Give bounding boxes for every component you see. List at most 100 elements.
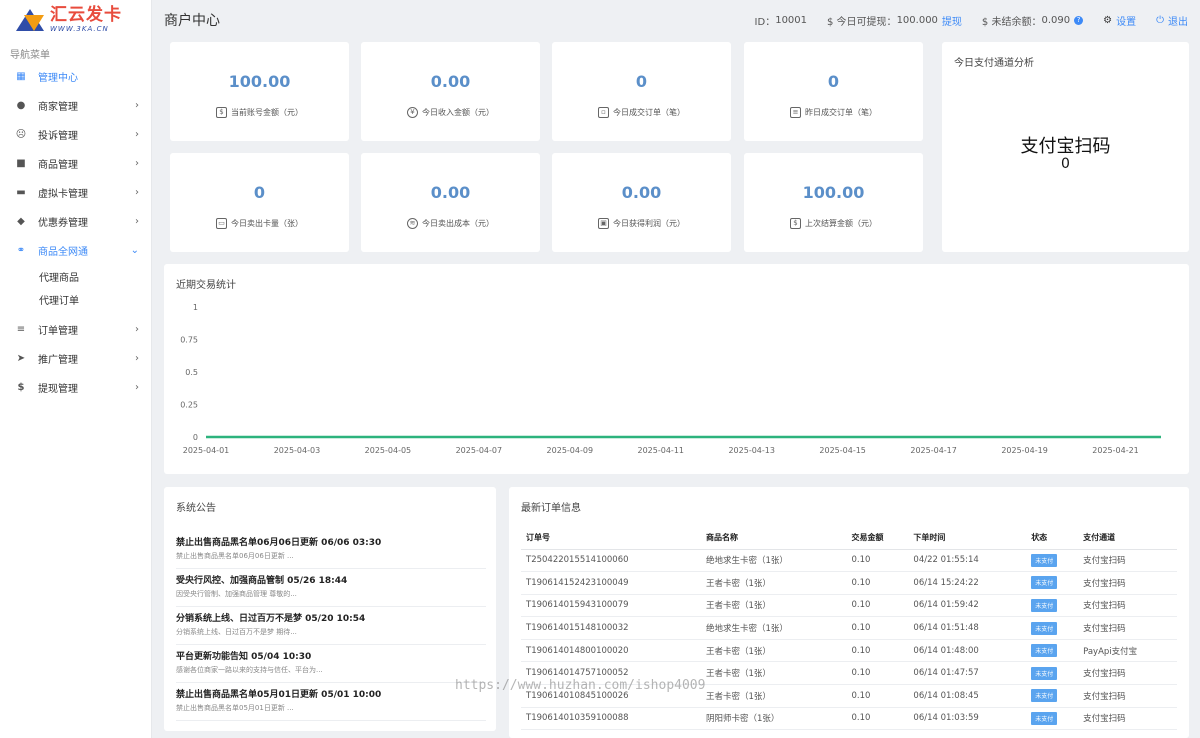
table-cell: 支付宝扫码: [1078, 707, 1177, 731]
table-cell: 04/22 01:55:14: [908, 549, 1027, 573]
stat-label: 今日卖出卡量（张）: [231, 218, 303, 228]
card-icon: ▬: [16, 187, 26, 198]
sidebar-item-complaints[interactable]: ☹ 投诉管理 ›: [0, 120, 151, 149]
sidebar-item-withdraw[interactable]: $ 提现管理 ›: [0, 373, 151, 402]
table-cell: 支付宝扫码: [1078, 684, 1177, 708]
status-badge: 未支付: [1031, 598, 1058, 612]
sidebar-item-coupons[interactable]: ◆ 优惠券管理 ›: [0, 207, 151, 236]
settings-icon: ⚙: [1103, 14, 1113, 26]
notice-item[interactable]: 分销系统上线、日过百万不是梦 05/20 10:54 分销系统上线、日过百万不是梦…: [176, 607, 486, 645]
table-row[interactable]: T250422015514100060 绝地求生卡密（1张） 0.10 04/22 0…: [521, 549, 1177, 573]
table-row[interactable]: T190614010359100088 阴阳师卡密（1张） 0.10 06/14 01…: [521, 707, 1177, 731]
list-icon: ≡: [16, 324, 26, 335]
status-cell: 未支付: [1026, 684, 1079, 708]
stat-value: 0: [827, 71, 840, 91]
sidebar-item-virtual-cards[interactable]: ▬ 虚拟卡管理 ›: [0, 178, 151, 207]
notice-item[interactable]: 平台更新功能告知 05/04 10:30 感谢各位商家一路以来的支持与信任、平台为…: [176, 645, 486, 683]
chevron-right-icon: ›: [135, 324, 139, 335]
table-row[interactable]: T190614152423100049 王者卡密（1张） 0.10 06/14 15:…: [521, 571, 1177, 595]
chevron-right-icon: ›: [135, 187, 139, 198]
notice-item-title: 平台更新功能告知 05/04 10:30: [176, 652, 312, 662]
yen-circle-icon: ¥: [407, 106, 418, 118]
table-cell: T190614014757100052: [521, 661, 701, 686]
table-cell: 王者卡密（1张）: [701, 684, 847, 708]
stat-value: 0.00: [621, 182, 662, 202]
table-cell: PayApi支付宝: [1078, 639, 1177, 663]
table-cell: 0.10: [846, 639, 909, 663]
orders-title: 最新订单信息: [521, 503, 581, 514]
table-cell: T190614152423100049: [521, 571, 701, 595]
table-cell: 0.10: [846, 594, 909, 618]
document-icon: ≡: [790, 106, 801, 118]
sidebar-subitem-agent-orders[interactable]: 代理订单: [0, 288, 151, 311]
notice-item[interactable]: 受央行风控、加强商品管制 05/26 18:44 因受央行管制、加强商品管理 尊敬…: [176, 569, 486, 607]
table-row[interactable]: T190614010845100026 王者卡密（1张） 0.10 06/14 01:…: [521, 684, 1177, 708]
table-row[interactable]: T190614015943100079 王者卡密（1张） 0.10 06/14 01:…: [521, 594, 1177, 618]
settings-link[interactable]: 设置: [1116, 13, 1136, 28]
notice-item-desc: 禁止出售商品黑名单06月06日更新 ...: [176, 552, 294, 560]
table-cell: 06/14 01:08:45: [908, 684, 1027, 708]
table-cell: T250422015514100060: [521, 549, 701, 573]
tag-icon: ◆: [17, 216, 25, 227]
channel-name: 支付宝扫码: [1020, 136, 1111, 157]
status-badge: 未支付: [1031, 689, 1058, 703]
chevron-right-icon: ›: [135, 129, 139, 140]
status-badge: 未支付: [1031, 553, 1058, 567]
x-tick-label: 2025-04-05: [365, 446, 412, 455]
status-badge: 未支付: [1031, 644, 1058, 658]
table-cell: 王者卡密（1张）: [701, 639, 847, 663]
orders-panel: 最新订单信息 订单号 商品名称 交易金额 下单时间 状态 支付通道 T2504220155…: [509, 487, 1189, 738]
x-tick-label: 2025-04-13: [728, 446, 775, 455]
notice-panel: 系统公告 禁止出售商品黑名单06月06日更新 06/06 03:30 禁止出售商品…: [164, 487, 496, 731]
paper-plane-icon: ➤: [16, 353, 26, 364]
x-tick-label: 2025-04-21: [1092, 446, 1139, 455]
table-cell: 06/14 01:48:00: [908, 639, 1027, 663]
stat-card-cards-sold: 0 ▭ 今日卖出卡量（张）: [170, 153, 349, 252]
sidebar-item-dashboard[interactable]: ▦ 管理中心: [0, 62, 151, 91]
x-tick-label: 2025-04-01: [183, 446, 230, 455]
transaction-line-chart: 0 0.25 0.5 0.75 1 2025-04-01 2025-04-03 2025-04…: [180, 303, 1161, 455]
table-row[interactable]: T190614014800100020 王者卡密（1张） 0.10 06/14 01:…: [521, 639, 1177, 663]
table-header-cell: 支付通道: [1078, 527, 1177, 550]
shopping-bag-icon: ▫: [598, 106, 609, 118]
sidebar-item-merchants[interactable]: ● 商家管理 ›: [0, 91, 151, 120]
notice-item[interactable]: 禁止出售商品黑名单05月01日更新 05/01 10:00 禁止出售商品黑名单05…: [176, 683, 486, 721]
logout-link[interactable]: 退出: [1168, 13, 1188, 28]
table-row[interactable]: T190614015148100032 绝地求生卡密（1张） 0.10 06/14 0…: [521, 616, 1177, 640]
sidebar-item-orders[interactable]: ≡ 订单管理 ›: [0, 315, 151, 344]
x-tick-label: 2025-04-11: [638, 446, 685, 455]
withdrawable-label: $ 今日可提现：: [827, 16, 897, 28]
logo[interactable]: 汇云发卡 WWW.3KA.CN: [0, 0, 151, 40]
notice-item-title: 禁止出售商品黑名单06月06日更新 06/06 03:30: [176, 538, 382, 548]
sidebar-item-promotion[interactable]: ➤ 推广管理 ›: [0, 344, 151, 373]
handshake-icon: ⚭: [16, 245, 26, 256]
table-cell: 支付宝扫码: [1078, 594, 1177, 618]
orders-table: 订单号 商品名称 交易金额 下单时间 状态 支付通道 T25042201551410006…: [521, 527, 1177, 731]
x-tick-label: 2025-04-03: [274, 446, 321, 455]
wallet-icon: ▣: [598, 217, 609, 229]
status-cell: 未支付: [1026, 707, 1079, 731]
sidebar-item-products[interactable]: ■ 商品管理 ›: [0, 149, 151, 178]
notice-item[interactable]: 禁止出售商品黑名单06月06日更新 06/06 03:30 禁止出售商品黑名单06…: [176, 531, 486, 569]
stat-card-today-orders: 0 ▫ 今日成交订单（笔）: [552, 42, 731, 141]
sidebar-subitem-agent-products[interactable]: 代理商品: [0, 265, 151, 288]
table-cell: T190614010845100026: [521, 684, 701, 708]
status-badge: 未支付: [1031, 576, 1058, 590]
info-icon[interactable]: ?: [1074, 15, 1084, 25]
channel-count: 0: [1061, 156, 1070, 172]
table-cell: 0.10: [846, 661, 909, 686]
notice-item-title: 分销系统上线、日过百万不是梦 05/20 10:54: [176, 614, 366, 624]
y-tick-label: 0.5: [185, 368, 198, 377]
table-cell: T190614015148100032: [521, 616, 701, 640]
withdraw-link[interactable]: 提现: [942, 13, 962, 28]
table-header-cell: 商品名称: [701, 527, 847, 550]
unsettled-value: 0.090: [1041, 14, 1071, 26]
table-header-cell: 交易金额: [846, 527, 909, 550]
x-tick-label: 2025-04-17: [910, 446, 957, 455]
unsettled-label: $ 未结余额：: [981, 16, 1042, 28]
shopping-bag-icon: ■: [16, 158, 26, 169]
stat-card-last-settlement: 100.00 $ 上次结算金额（元）: [744, 153, 923, 252]
table-row[interactable]: T190614014757100052 王者卡密（1张） 0.10 06/14 01:…: [521, 661, 1177, 686]
stat-label: 今日获得利润（元）: [613, 218, 685, 228]
sidebar-item-network[interactable]: ⚭ 商品全网通 ⌄: [0, 236, 151, 265]
